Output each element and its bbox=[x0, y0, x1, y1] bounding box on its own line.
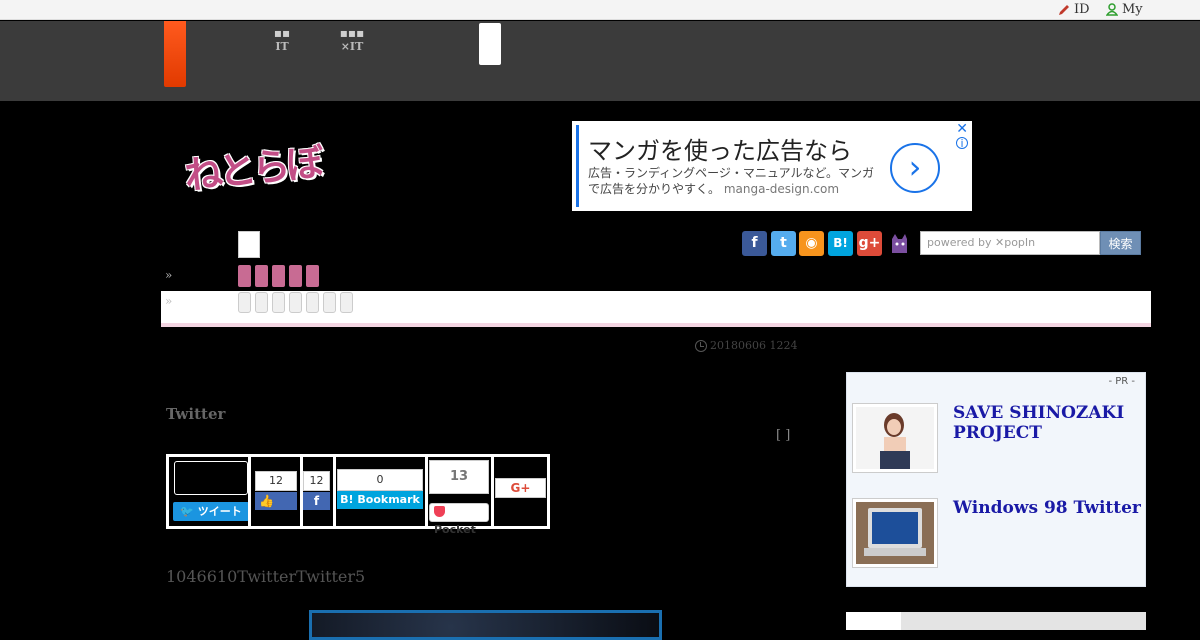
subcategory-tab[interactable] bbox=[238, 292, 251, 313]
category-tab[interactable] bbox=[238, 265, 251, 287]
my-link[interactable]: My bbox=[1106, 2, 1143, 17]
pr-thumbnail-image bbox=[856, 407, 934, 469]
article-date-text: 20180606 1224 bbox=[710, 339, 798, 352]
pr-panel: - PR - SAVE SHINOZAKI PROJECT Windows 98… bbox=[846, 372, 1146, 587]
share-divider bbox=[491, 457, 494, 526]
fb-like-count: 12 bbox=[255, 471, 297, 491]
ad-accent-bar bbox=[576, 125, 579, 207]
top-utility-bar: ID My bbox=[0, 0, 1200, 20]
category-tab[interactable] bbox=[255, 265, 268, 287]
facebook-icon[interactable]: f bbox=[742, 231, 767, 256]
breadcrumb-separator: » bbox=[165, 268, 173, 282]
ad-close-icon[interactable]: ✕ bbox=[956, 121, 968, 137]
subcategory-tab[interactable] bbox=[306, 292, 319, 313]
pocket-count: 13 bbox=[429, 460, 489, 494]
home-tab[interactable] bbox=[164, 21, 186, 87]
gplus-share-button[interactable]: G+ bbox=[495, 478, 546, 498]
ad-arrow-button[interactable]: › bbox=[890, 143, 940, 193]
nav-item-it[interactable]: ▪▪ IT bbox=[270, 26, 294, 54]
category-tab[interactable] bbox=[272, 265, 285, 287]
fb-like-button[interactable]: 👍 bbox=[255, 492, 297, 510]
id-link[interactable]: ID bbox=[1058, 2, 1090, 17]
cat-icon[interactable] bbox=[887, 231, 912, 256]
twitter-bird-icon: 🐦 bbox=[180, 505, 194, 518]
search-button[interactable]: 検索 bbox=[1100, 231, 1141, 255]
tweet-button-label: ツイート bbox=[197, 505, 242, 518]
hatena-icon[interactable]: B! bbox=[828, 231, 853, 256]
pr-thumbnail[interactable] bbox=[852, 498, 938, 568]
hatena-count: 0 bbox=[337, 469, 423, 491]
pr-label: - PR - bbox=[1108, 376, 1135, 387]
ad-headline: マンガを使った広告なら bbox=[588, 137, 852, 165]
pr-link[interactable]: SAVE SHINOZAKI PROJECT bbox=[953, 403, 1145, 443]
clock-icon bbox=[695, 339, 707, 352]
tweet-count-bubble bbox=[174, 461, 248, 495]
article-date: 20180606 1224 bbox=[695, 339, 797, 352]
category-button[interactable] bbox=[238, 231, 260, 258]
site-header: ▪▪ IT ▪▪▪ ×IT bbox=[0, 21, 1200, 101]
category-tab[interactable] bbox=[306, 265, 319, 287]
nav-item-x-it-label: ×IT bbox=[340, 40, 364, 53]
category-tab[interactable] bbox=[289, 265, 302, 287]
my-link-label: My bbox=[1122, 2, 1143, 17]
pr-thumbnail-image bbox=[856, 502, 934, 564]
rss-icon[interactable]: ◉ bbox=[799, 231, 824, 256]
ad-banner[interactable]: マンガを使った広告なら 広告・ランディングページ・マニュアルなど。マンガで広告を… bbox=[572, 121, 972, 211]
nav-item-it-top: ▪▪ bbox=[273, 26, 291, 40]
ad-body: 広告・ランディングページ・マニュアルなど。マンガで広告を分かりやすく。 mang… bbox=[588, 165, 878, 197]
pen-icon bbox=[1059, 4, 1069, 15]
twitter-icon[interactable]: t bbox=[771, 231, 796, 256]
sidebar-tab-bar bbox=[846, 612, 1146, 630]
article-image[interactable] bbox=[309, 610, 662, 640]
fb-share-count: 12 bbox=[303, 471, 330, 491]
pocket-icon bbox=[434, 506, 445, 517]
article-bracket: [ ] bbox=[776, 428, 791, 443]
subcategory-tab[interactable] bbox=[340, 292, 353, 313]
share-divider bbox=[248, 457, 251, 526]
fb-share-button[interactable]: f bbox=[303, 492, 330, 510]
nav-item-x-it-top: ▪▪▪ bbox=[339, 26, 365, 40]
sidebar-tab[interactable] bbox=[846, 612, 901, 630]
subcategory-tab[interactable] bbox=[272, 292, 285, 313]
subcategory-tab[interactable] bbox=[255, 292, 268, 313]
pr-link[interactable]: Windows 98 Twitter bbox=[953, 498, 1141, 518]
article-lead: 1046610TwitterTwitter5 bbox=[166, 567, 366, 586]
article-title: Twitter bbox=[166, 405, 226, 423]
site-logo[interactable]: ねとらぼ bbox=[181, 131, 322, 200]
ad-info-icon[interactable]: i bbox=[956, 137, 968, 149]
id-link-label: ID bbox=[1074, 2, 1090, 17]
share-divider bbox=[333, 457, 336, 526]
subcategory-tab[interactable] bbox=[289, 292, 302, 313]
hatena-bookmark-button[interactable]: B! Bookmark bbox=[337, 491, 423, 509]
user-icon bbox=[1106, 3, 1118, 16]
breadcrumb-separator: » bbox=[165, 294, 173, 308]
pocket-button-label: Pocket bbox=[434, 523, 476, 536]
pr-thumbnail[interactable] bbox=[852, 403, 938, 473]
pocket-button[interactable]: Pocket bbox=[429, 503, 489, 536]
nav-item-it-label: IT bbox=[275, 40, 289, 53]
gplus-icon[interactable]: g+ bbox=[857, 231, 882, 256]
subcategory-tab[interactable] bbox=[323, 292, 336, 313]
nav-item-x-it[interactable]: ▪▪▪ ×IT bbox=[336, 26, 368, 54]
tweet-button[interactable]: 🐦 ツイート bbox=[173, 502, 249, 521]
search-input[interactable]: powered by ✕popIn bbox=[920, 231, 1100, 255]
header-menu-button[interactable] bbox=[479, 23, 501, 65]
share-buttons: 🐦 ツイート 12 👍 12 f 0 B! Bookmark 13 Pocket… bbox=[166, 454, 550, 536]
share-divider bbox=[425, 457, 428, 526]
ad-url: manga-design.com bbox=[723, 182, 840, 196]
